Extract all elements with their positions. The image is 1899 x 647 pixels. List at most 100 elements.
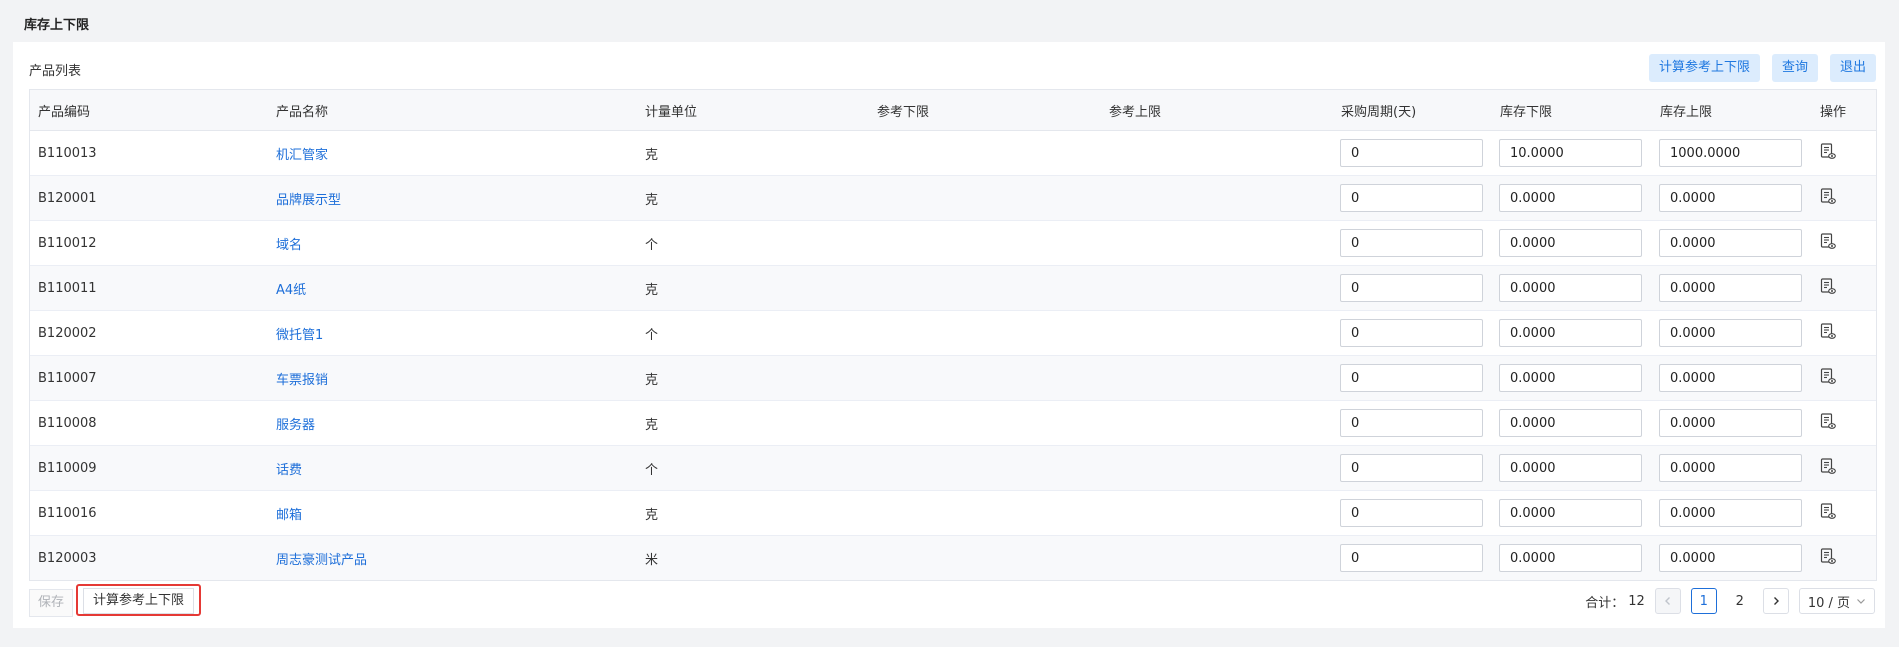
product-name-link[interactable]: 微托管1: [276, 328, 323, 343]
table-row: B110011 A4纸 克: [30, 266, 1876, 311]
stock-low-input[interactable]: [1499, 229, 1642, 257]
cell-product-code: B110008: [38, 415, 97, 431]
cell-product-name: 车票报销: [268, 369, 637, 388]
stock-high-input[interactable]: [1659, 409, 1802, 437]
purchase-cycle-input[interactable]: [1340, 319, 1483, 347]
prev-page-button[interactable]: [1654, 588, 1681, 614]
stock-high-input[interactable]: [1659, 139, 1802, 167]
stock-low-input[interactable]: [1499, 409, 1642, 437]
product-name-link[interactable]: 车票报销: [276, 373, 328, 388]
stock-high-input[interactable]: [1659, 229, 1802, 257]
stock-low-input[interactable]: [1499, 499, 1642, 527]
purchase-cycle-input[interactable]: [1340, 184, 1483, 212]
view-document-icon[interactable]: [1820, 367, 1836, 389]
stock-high-input[interactable]: [1659, 274, 1802, 302]
cell-actions: [1812, 412, 1876, 434]
cell-stock-low: [1492, 409, 1652, 437]
page-size-select[interactable]: 10 / 页: [1798, 588, 1875, 614]
product-name-link[interactable]: 邮箱: [276, 508, 302, 523]
purchase-cycle-input[interactable]: [1340, 499, 1483, 527]
view-document-icon[interactable]: [1820, 187, 1836, 209]
save-button[interactable]: 保存: [29, 589, 74, 617]
table-row: B110009 话费 个: [30, 446, 1876, 491]
product-name-link[interactable]: 域名: [276, 238, 302, 253]
view-document-icon[interactable]: [1820, 322, 1836, 344]
cell-product-name: 邮箱: [268, 504, 637, 523]
cell-unit: 个: [645, 327, 659, 343]
query-button[interactable]: 查询: [1771, 54, 1818, 82]
cell-stock-low: [1492, 454, 1652, 482]
page-1-button[interactable]: 1: [1690, 588, 1717, 614]
cell-stock-low: [1492, 139, 1652, 167]
chevron-right-icon: [1773, 597, 1779, 605]
stock-high-input[interactable]: [1659, 184, 1802, 212]
stock-low-input[interactable]: [1499, 544, 1642, 572]
cell-stock-high: [1652, 409, 1812, 437]
cell-product-code: B110007: [38, 370, 97, 386]
cell-unit: 克: [645, 192, 659, 208]
product-name-link[interactable]: 话费: [276, 463, 302, 478]
product-name-link[interactable]: 服务器: [276, 418, 315, 433]
cell-product-name: 域名: [268, 234, 637, 253]
page-2-button[interactable]: 2: [1727, 594, 1753, 609]
purchase-cycle-input[interactable]: [1340, 139, 1483, 167]
stock-high-input[interactable]: [1659, 454, 1802, 482]
view-document-icon[interactable]: [1820, 457, 1836, 479]
stock-low-input[interactable]: [1499, 364, 1642, 392]
purchase-cycle-input[interactable]: [1340, 229, 1483, 257]
cell-purchase-cycle: [1333, 454, 1492, 482]
cell-stock-high: [1652, 544, 1812, 572]
stock-high-input[interactable]: [1659, 499, 1802, 527]
stock-low-input[interactable]: [1499, 454, 1642, 482]
view-document-icon[interactable]: [1820, 232, 1836, 254]
stock-high-input[interactable]: [1659, 364, 1802, 392]
chevron-down-icon: [1857, 599, 1865, 604]
cell-unit: 米: [645, 552, 659, 568]
table-row: B110007 车票报销 克: [30, 356, 1876, 401]
calc-reference-limits-button[interactable]: 计算参考上下限: [1648, 54, 1760, 82]
chevron-left-icon: [1664, 597, 1670, 605]
cell-product-code: B110016: [38, 505, 97, 521]
view-document-icon[interactable]: [1820, 277, 1836, 299]
cell-actions: [1812, 232, 1876, 254]
stock-low-input[interactable]: [1499, 184, 1642, 212]
page-size-value: 10 / 页: [1807, 595, 1850, 611]
purchase-cycle-input[interactable]: [1340, 364, 1483, 392]
header-product-name: 产品名称: [276, 104, 329, 120]
purchase-cycle-input[interactable]: [1340, 544, 1483, 572]
view-document-icon[interactable]: [1820, 502, 1836, 524]
cell-purchase-cycle: [1333, 319, 1492, 347]
view-document-icon[interactable]: [1820, 142, 1836, 164]
stock-high-input[interactable]: [1659, 544, 1802, 572]
view-document-icon[interactable]: [1820, 547, 1836, 569]
cell-product-name: 机汇管家: [268, 144, 637, 163]
stock-low-input[interactable]: [1499, 274, 1642, 302]
stock-low-input[interactable]: [1499, 319, 1642, 347]
purchase-cycle-input[interactable]: [1340, 274, 1483, 302]
product-name-link[interactable]: 机汇管家: [276, 148, 328, 163]
footer-calc-reference-limits-button[interactable]: 计算参考上下限: [83, 588, 195, 614]
cell-actions: [1812, 502, 1876, 524]
stock-high-input[interactable]: [1659, 319, 1802, 347]
cell-product-code: B120002: [38, 325, 97, 341]
product-name-link[interactable]: A4纸: [276, 283, 306, 298]
pagination: 合计： 12 1 2 10 / 页: [1585, 586, 1875, 616]
cell-actions: [1812, 547, 1876, 569]
product-name-link[interactable]: 周志豪测试产品: [276, 553, 367, 568]
cell-product-code: B120003: [38, 550, 97, 566]
table-row: B110016 邮箱 克: [30, 491, 1876, 536]
next-page-button[interactable]: [1762, 588, 1789, 614]
cell-unit: 克: [645, 147, 659, 163]
view-document-icon[interactable]: [1820, 412, 1836, 434]
toolbar: 计算参考上下限 查询 退出: [1648, 54, 1876, 82]
cell-product-name: 品牌展示型: [268, 189, 637, 208]
product-name-link[interactable]: 品牌展示型: [276, 193, 341, 208]
exit-button[interactable]: 退出: [1829, 54, 1876, 82]
purchase-cycle-input[interactable]: [1340, 409, 1483, 437]
table-header: 产品编码 产品名称 计量单位 参考下限 参考上限 采购周期(天) 库存下限 库存…: [30, 90, 1876, 131]
cell-actions: [1812, 277, 1876, 299]
purchase-cycle-input[interactable]: [1340, 454, 1483, 482]
stock-low-input[interactable]: [1499, 139, 1642, 167]
total-label: 合计：: [1585, 595, 1625, 611]
header-stock-high: 库存上限: [1660, 104, 1713, 120]
